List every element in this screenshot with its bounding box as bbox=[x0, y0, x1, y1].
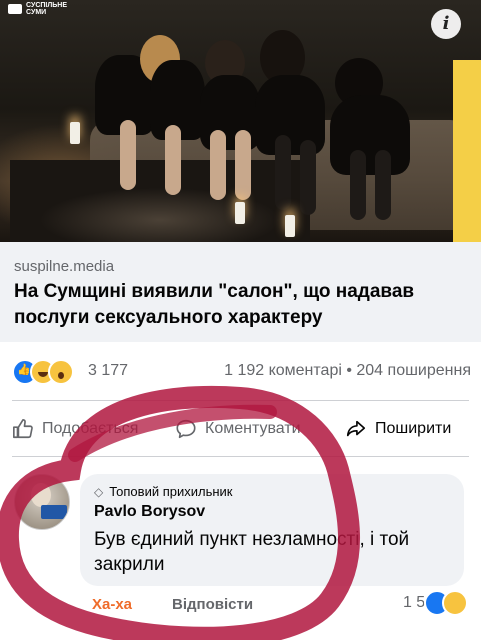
avatar-badge bbox=[41, 505, 67, 519]
person-silhouette bbox=[200, 75, 260, 150]
diamond-icon: ◇ bbox=[94, 484, 104, 499]
divider bbox=[12, 456, 469, 457]
comment-icon bbox=[176, 419, 196, 439]
person-leg bbox=[235, 130, 251, 200]
candle bbox=[285, 215, 295, 237]
candle bbox=[70, 122, 80, 144]
like-label: Подобається bbox=[42, 420, 139, 437]
logo-text: СУСПІЛЬНЕ СУМИ bbox=[26, 2, 68, 16]
haha-reaction-icon[interactable] bbox=[442, 590, 468, 616]
link-domain: suspilne.media bbox=[14, 258, 115, 275]
share-arrow-icon bbox=[346, 420, 366, 437]
like-button[interactable]: Подобається bbox=[12, 418, 138, 440]
person-silhouette bbox=[330, 95, 410, 175]
info-icon[interactable]: i bbox=[431, 9, 461, 39]
link-headline[interactable]: На Сумщині виявили "салон", що надавав п… bbox=[14, 279, 454, 331]
wow-reaction-icon[interactable] bbox=[48, 359, 74, 385]
post-stats: 3 177 1 192 коментарі • 204 поширення bbox=[0, 355, 481, 385]
person-leg bbox=[350, 150, 366, 220]
share-button[interactable]: Поширити bbox=[345, 418, 451, 440]
divider bbox=[12, 400, 469, 401]
comment-button[interactable]: Коментувати bbox=[175, 418, 301, 440]
comments-shares-count[interactable]: 1 192 коментарі • 204 поширення bbox=[224, 362, 471, 380]
avatar[interactable] bbox=[14, 474, 70, 530]
thumbs-up-icon bbox=[13, 419, 33, 439]
comment-text: Був єдиний пункт незламності, і той закр… bbox=[94, 529, 410, 575]
person-leg bbox=[275, 135, 291, 210]
haha-react-button[interactable]: Ха-ха bbox=[92, 596, 132, 613]
logo-mark-icon bbox=[8, 4, 22, 14]
person-leg bbox=[300, 140, 316, 215]
person-leg bbox=[120, 120, 136, 190]
avatar-person-icon bbox=[31, 483, 51, 507]
reply-button[interactable]: Відповісти bbox=[172, 596, 253, 613]
link-preview[interactable]: suspilne.media На Сумщині виявили "салон… bbox=[0, 242, 481, 342]
share-label: Поширити bbox=[375, 420, 452, 437]
top-fan-label: Топовий прихильник bbox=[109, 484, 233, 499]
reaction-count[interactable]: 3 177 bbox=[88, 362, 128, 380]
comment-label: Коментувати bbox=[205, 420, 301, 437]
post-image[interactable]: СУСПІЛЬНЕ СУМИ i bbox=[0, 0, 481, 242]
person-leg bbox=[210, 130, 226, 200]
top-fan-badge: ◇ Топовий прихильник bbox=[94, 484, 232, 499]
yellow-edge bbox=[453, 60, 481, 242]
comment-author[interactable]: Pavlo Borysov bbox=[94, 503, 205, 521]
person-leg bbox=[375, 150, 391, 220]
candle bbox=[235, 202, 245, 224]
table-decoration bbox=[10, 160, 310, 242]
person-leg bbox=[165, 125, 181, 195]
channel-logo: СУСПІЛЬНЕ СУМИ bbox=[8, 2, 72, 16]
